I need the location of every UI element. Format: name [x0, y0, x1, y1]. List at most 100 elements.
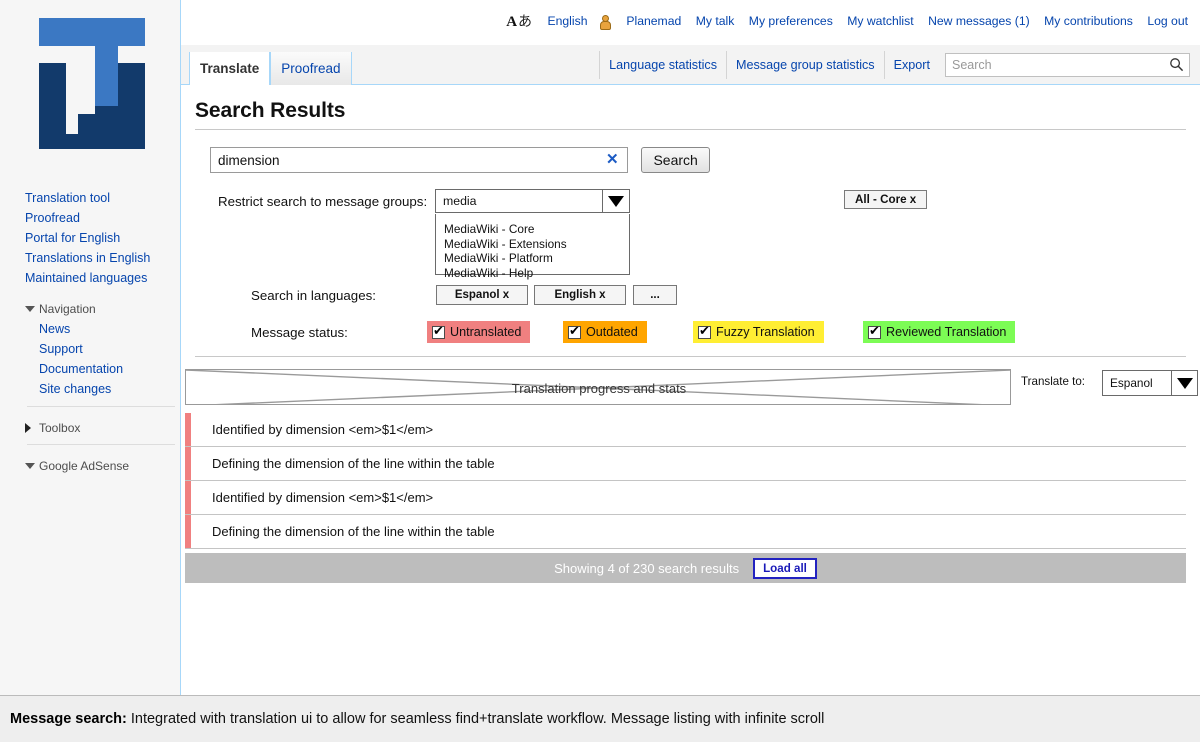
page-title: Search Results: [195, 99, 346, 122]
table-row[interactable]: Identified by dimension <em>$1</em>: [185, 413, 1186, 447]
new-messages-link[interactable]: New messages (1): [928, 14, 1030, 28]
search-icon[interactable]: [1169, 57, 1184, 72]
load-all-button[interactable]: Load all: [753, 557, 817, 579]
language-chip-espanol[interactable]: Espanol x: [436, 285, 528, 305]
status-label: Outdated: [586, 325, 638, 339]
table-row[interactable]: Defining the dimension of the line withi…: [185, 515, 1186, 549]
search-input[interactable]: [945, 53, 1190, 77]
portlet-adsense-title: Google AdSense: [39, 459, 130, 473]
portlet-navigation-body: News Support Documentation Site changes: [25, 319, 181, 399]
sidebar-divider-1: [27, 406, 175, 407]
clear-icon[interactable]: ✕: [606, 152, 620, 168]
search-button[interactable]: Search: [641, 147, 710, 173]
translatewiki-logo[interactable]: [22, 6, 162, 166]
chevron-down-icon[interactable]: [602, 190, 629, 212]
chevron-down-icon: [25, 306, 35, 312]
translate-to-label: Translate to:: [1021, 375, 1086, 388]
app-window: Translation tool Proofread Portal for En…: [0, 0, 1200, 742]
tab-language-statistics[interactable]: Language statistics: [599, 51, 726, 79]
language-chip-more[interactable]: ...: [633, 285, 677, 305]
my-watchlist-link[interactable]: My watchlist: [847, 14, 913, 28]
checkbox-icon[interactable]: [868, 324, 881, 339]
suggestion-item[interactable]: MediaWiki - Core: [444, 222, 629, 237]
message-status-label: Message status:: [251, 325, 348, 340]
sidebar-item-documentation[interactable]: Documentation: [39, 359, 181, 379]
sidebar-divider-2: [27, 444, 175, 445]
sidebar-portlet-toolbox: Toolbox: [25, 419, 181, 437]
sidebar-item-proofread[interactable]: Proofread: [25, 208, 181, 228]
message-text: Defining the dimension of the line withi…: [212, 524, 495, 539]
sidebar: Translation tool Proofread Portal for En…: [0, 0, 181, 695]
sidebar-item-news[interactable]: News: [39, 319, 181, 339]
language-icon[interactable]: Aあ: [506, 11, 532, 31]
title-divider: [195, 129, 1186, 130]
status-filter-untranslated[interactable]: Untranslated: [427, 321, 531, 343]
results-count: Showing 4 of 230 search results: [554, 560, 740, 576]
sidebar-item-site-changes[interactable]: Site changes: [39, 379, 181, 399]
sidebar-portlet-adsense: Google AdSense: [25, 457, 181, 475]
my-talk-link[interactable]: My talk: [696, 14, 735, 28]
status-filter-outdated[interactable]: Outdated: [563, 321, 647, 343]
status-badge: [185, 481, 191, 514]
suggestion-item[interactable]: MediaWiki - Extensions: [444, 237, 629, 252]
message-text: Identified by dimension <em>$1</em>: [212, 490, 434, 505]
portlet-navigation-title: Navigation: [39, 302, 96, 316]
portlet-toolbox-title: Toolbox: [39, 421, 81, 435]
message-text: Defining the dimension of the line withi…: [212, 456, 495, 471]
progress-placeholder-label: Translation progress and stats: [511, 381, 687, 396]
primary-tabs: Translate Proofread: [189, 45, 352, 86]
portlet-toolbox-header[interactable]: Toolbox: [25, 419, 181, 437]
message-status-row: Message status: Untranslated Outdated Fu…: [181, 321, 1200, 345]
sidebar-item-translation-tool[interactable]: Translation tool: [25, 188, 181, 208]
checkbox-icon[interactable]: [432, 324, 445, 339]
sidebar-item-portal-for-english[interactable]: Portal for English: [25, 228, 181, 248]
status-filter-fuzzy[interactable]: Fuzzy Translation: [693, 321, 824, 343]
tab-proofread[interactable]: Proofread: [270, 52, 352, 85]
language-chip-english[interactable]: English x: [534, 285, 626, 305]
portlet-adsense-header[interactable]: Google AdSense: [25, 457, 181, 475]
suggestion-item[interactable]: MediaWiki - Platform: [444, 251, 629, 266]
tab-bar: Translate Proofread Language statistics …: [181, 45, 1200, 86]
sidebar-item-support[interactable]: Support: [39, 339, 181, 359]
query-input[interactable]: [211, 148, 597, 172]
message-text: Identified by dimension <em>$1</em>: [212, 422, 434, 437]
chevron-down-icon[interactable]: [1171, 371, 1197, 395]
content-area: Search Results ✕ Search Restrict search …: [181, 85, 1200, 695]
checkbox-icon[interactable]: [698, 324, 711, 339]
translation-progress-placeholder: Translation progress and stats: [185, 369, 1011, 405]
sidebar-item-translations-in-english[interactable]: Translations in English: [25, 248, 181, 268]
selected-group-chip[interactable]: All - Core x: [844, 190, 928, 209]
group-filter-value: media: [443, 194, 477, 208]
username-link[interactable]: Planemad: [626, 14, 681, 28]
tab-translate[interactable]: Translate: [189, 52, 271, 86]
my-preferences-link[interactable]: My preferences: [749, 14, 833, 28]
filters-divider: [195, 356, 1186, 357]
caption-title: Message search:: [10, 711, 127, 727]
chevron-right-icon: [25, 423, 31, 433]
secondary-tabs: Language statistics Message group statis…: [599, 45, 1200, 85]
progress-row: Translation progress and stats Translate…: [181, 369, 1200, 405]
my-contributions-link[interactable]: My contributions: [1044, 14, 1133, 28]
caption-text: Integrated with translation ui to allow …: [130, 711, 825, 727]
tab-message-group-statistics[interactable]: Message group statistics: [726, 51, 884, 79]
status-filter-reviewed[interactable]: Reviewed Translation: [863, 321, 1016, 343]
checkbox-icon[interactable]: [568, 324, 581, 339]
table-row[interactable]: Defining the dimension of the line withi…: [185, 447, 1186, 481]
portlet-navigation-header[interactable]: Navigation: [25, 300, 181, 318]
header-search: [945, 53, 1190, 77]
tab-export[interactable]: Export: [883, 51, 939, 79]
results-footer: Showing 4 of 230 search results Load all: [185, 553, 1186, 583]
group-filter-row: Restrict search to message groups: media…: [181, 189, 1200, 280]
target-language-select[interactable]: Espanol: [1102, 370, 1198, 396]
log-out-link[interactable]: Log out: [1147, 14, 1188, 28]
logo-icon: [39, 18, 145, 149]
user-icon: [599, 14, 611, 30]
status-label: Fuzzy Translation: [716, 325, 815, 339]
interface-language-link[interactable]: English: [548, 14, 588, 28]
sidebar-links: Translation tool Proofread Portal for En…: [25, 188, 181, 475]
suggestion-item[interactable]: MediaWiki - Help: [444, 266, 629, 281]
sidebar-item-maintained-languages[interactable]: Maintained languages: [25, 268, 181, 288]
table-row[interactable]: Identified by dimension <em>$1</em>: [185, 481, 1186, 515]
group-filter-combobox[interactable]: media: [435, 189, 630, 213]
group-filter-suggestions: MediaWiki - Core MediaWiki - Extensions …: [435, 214, 630, 280]
